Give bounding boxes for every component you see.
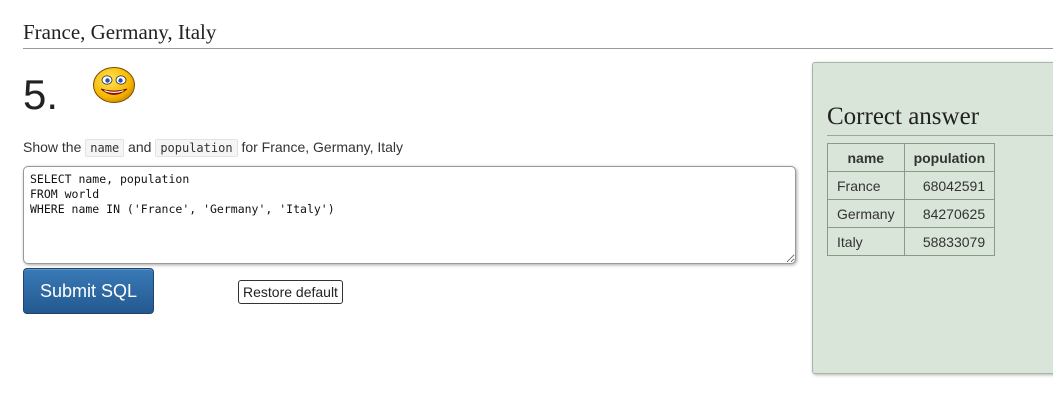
table-row: Germany 84270625: [827, 199, 996, 228]
cell-name: France: [827, 171, 905, 200]
code-population: population: [155, 139, 238, 157]
answer-table: name population France 68042591 Germany …: [827, 143, 996, 256]
cell-population: 58833079: [903, 227, 996, 256]
question-number: 5.: [23, 71, 59, 118]
submit-sql-button[interactable]: Submit SQL: [23, 268, 154, 314]
question-text-before: Show the: [23, 139, 86, 155]
question-text-middle: and: [124, 139, 156, 155]
cell-population: 68042591: [903, 171, 996, 200]
code-name: name: [85, 139, 125, 157]
section-title: France, Germany, Italy: [23, 20, 217, 44]
restore-default-button[interactable]: Restore default: [238, 280, 343, 304]
sql-editor[interactable]: SELECT name, population FROM world WHERE…: [23, 166, 796, 264]
correct-answer-panel: Correct answer name population France 68…: [812, 62, 1053, 374]
cell-name: Germany: [827, 199, 905, 228]
table-row: France 68042591: [827, 171, 996, 200]
section-divider: [23, 48, 1053, 49]
cell-name: Italy: [827, 227, 905, 256]
table-row: Italy 58833079: [827, 227, 996, 256]
column-header-population: population: [903, 143, 996, 172]
smiley-correct-icon: [93, 67, 135, 103]
column-header-name: name: [827, 143, 905, 172]
answer-divider: [827, 135, 1053, 136]
question-text-after: for France, Germany, Italy: [237, 139, 404, 155]
correct-answer-title: Correct answer: [827, 103, 980, 130]
question-text: Show the name and population for France,…: [23, 138, 403, 157]
table-header-row: name population: [827, 143, 996, 172]
cell-population: 84270625: [903, 199, 996, 228]
